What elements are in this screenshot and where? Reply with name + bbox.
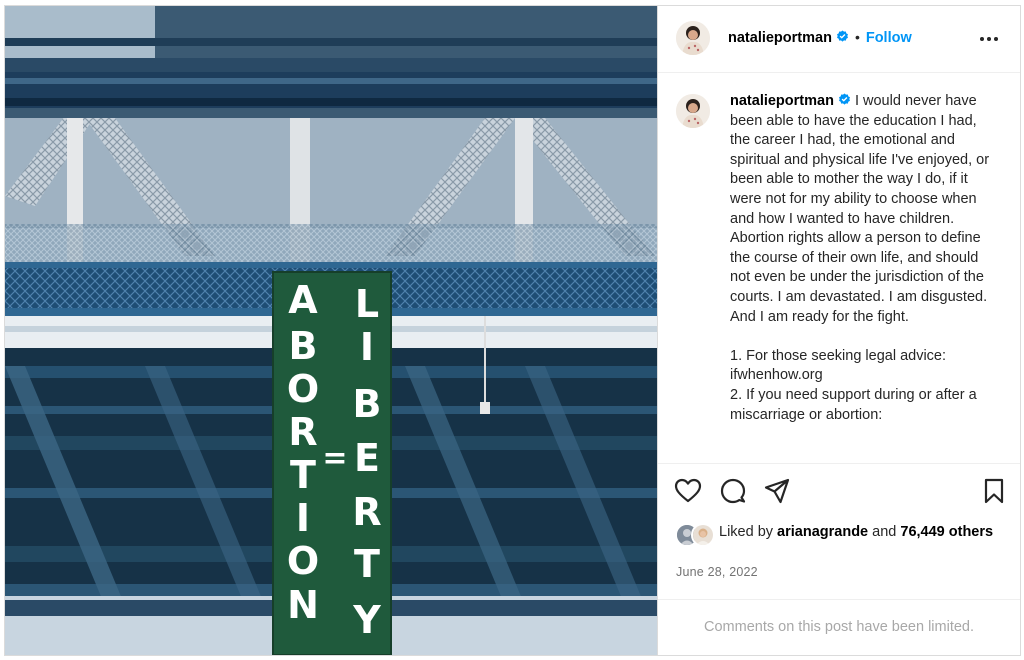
bridge-photo: A B O R T I O N = L I B E R T Y <box>5 6 657 655</box>
header-user-line: natalieportman • Follow <box>728 29 912 47</box>
post-actions-section: Liked by arianagrande and 76,449 others … <box>658 463 1020 654</box>
liker-avatar-ariana[interactable] <box>691 523 715 547</box>
paper-plane-icon[interactable] <box>763 477 791 505</box>
svg-text:I: I <box>296 496 310 540</box>
svg-text:O: O <box>287 539 319 583</box>
likes-summary: Liked by arianagrande and 76,449 others <box>719 523 999 543</box>
abortion-liberty-banner: A B O R T I O N = L I B E R T Y <box>272 271 392 655</box>
svg-text:Y: Y <box>352 598 381 642</box>
profile-photo <box>676 94 710 128</box>
heart-icon[interactable] <box>674 477 702 505</box>
svg-text:O: O <box>287 367 319 411</box>
post-card: A B O R T I O N = L I B E R T Y nataliep… <box>4 5 1021 656</box>
likes-count-link[interactable]: 76,449 others <box>900 524 993 540</box>
liked-by-user-link[interactable]: arianagrande <box>777 524 868 540</box>
verified-badge-icon <box>836 30 848 42</box>
svg-text:=: = <box>322 441 347 476</box>
more-options-icon[interactable] <box>978 28 1000 50</box>
post-side-panel: natalieportman • Follow natalieportman I w… <box>657 6 1020 655</box>
caption-section: natalieportman I would never have been a… <box>658 73 1020 463</box>
svg-text:T: T <box>290 453 316 497</box>
post-image[interactable]: A B O R T I O N = L I B E R T Y <box>5 6 657 655</box>
comments-limited-notice: Comments on this post have been limited. <box>658 599 1020 655</box>
separator-dot: • <box>854 29 860 45</box>
profile-photo <box>676 21 710 55</box>
svg-text:A: A <box>288 278 318 322</box>
svg-text:E: E <box>354 436 380 480</box>
svg-text:I: I <box>360 325 374 369</box>
svg-text:R: R <box>352 490 381 534</box>
follow-button[interactable]: Follow <box>866 30 912 46</box>
svg-text:B: B <box>353 382 382 426</box>
liked-by-prefix: Liked by <box>719 524 774 540</box>
svg-text:T: T <box>354 542 380 586</box>
post-header: natalieportman • Follow <box>658 6 1020 73</box>
comment-icon[interactable] <box>719 477 747 505</box>
username[interactable]: natalieportman <box>728 30 832 46</box>
liker-photo <box>693 525 713 545</box>
post-date[interactable]: June 28, 2022 <box>676 565 758 579</box>
svg-text:L: L <box>355 282 379 326</box>
bookmark-icon[interactable] <box>980 477 1008 505</box>
svg-text:B: B <box>289 324 318 368</box>
svg-text:N: N <box>287 583 319 627</box>
liked-and: and <box>872 524 897 540</box>
svg-text:R: R <box>288 410 317 454</box>
avatar[interactable] <box>676 21 710 55</box>
caption-username[interactable]: natalieportman <box>730 93 834 109</box>
verified-badge-icon <box>838 93 850 105</box>
caption-body: I would never have been able to have the… <box>730 93 990 423</box>
caption-avatar[interactable] <box>676 94 710 128</box>
caption-text-block: natalieportman I would never have been a… <box>730 92 996 425</box>
